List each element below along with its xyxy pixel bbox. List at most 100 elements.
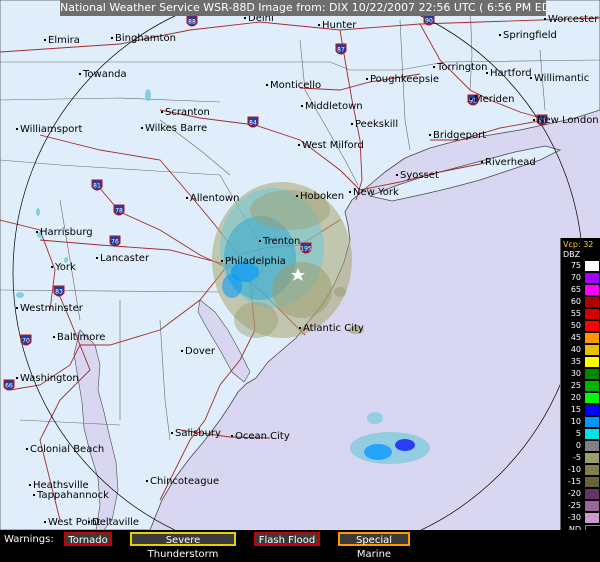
legend-entry-label: 40	[570, 345, 581, 354]
city-marker	[533, 119, 535, 121]
city-marker	[44, 39, 46, 41]
city-label: Towanda	[82, 69, 127, 80]
legend-entry-label: 50	[570, 321, 581, 330]
interstate-number: 87	[337, 47, 345, 54]
legend-entry: -5	[563, 452, 599, 464]
legend-color-swatch	[585, 297, 599, 307]
legend-color-swatch	[585, 309, 599, 319]
city-label: Lancaster	[100, 253, 150, 264]
city-label: Monticello	[270, 80, 321, 91]
city-marker	[161, 111, 163, 113]
city-label: Elmira	[48, 35, 80, 46]
legend-entry: -10	[563, 464, 599, 476]
legend-entry: 40	[563, 344, 599, 356]
city-marker	[53, 336, 55, 338]
city-marker	[44, 521, 46, 523]
interstate-number: 88	[188, 19, 196, 26]
radar-map[interactable]: 88 9087849195817876195837066 Elmira Bingha…	[0, 0, 600, 530]
city-marker	[79, 73, 81, 75]
interstate-number: 81	[93, 183, 101, 190]
interstate-number: 66	[5, 383, 13, 390]
tornado-warning-button[interactable]: Tornado	[64, 532, 112, 546]
legend-entry: 10	[563, 416, 599, 428]
city-label: Tappahannock	[36, 490, 109, 501]
legend-entry-label: 10	[570, 417, 581, 426]
special-marine-warning-button[interactable]: Special Marine	[338, 532, 410, 560]
city-marker	[181, 350, 183, 352]
city-label: New London	[537, 115, 599, 126]
interstate-number: 70	[22, 338, 30, 345]
city-marker	[296, 195, 298, 197]
interstate-shield-icon: 88	[186, 15, 198, 27]
interstate-shield-icon: 83	[53, 285, 65, 297]
city-marker	[171, 432, 173, 434]
interstate-shield-icon: 87	[335, 43, 347, 55]
interstate-number: 76	[111, 239, 119, 246]
city-label: Scranton	[165, 107, 210, 118]
city-marker	[16, 128, 18, 130]
legend-entry-label: 70	[570, 273, 581, 282]
legend-entry-label: 55	[570, 309, 581, 318]
city-label: Washington	[20, 373, 79, 384]
legend-color-swatch	[585, 405, 599, 415]
legend-color-swatch	[585, 273, 599, 283]
city-marker	[544, 18, 546, 20]
legend-entry-label: 45	[570, 333, 581, 342]
warnings-bar: Warnings: Tornado Severe Thunderstorm Fl…	[0, 530, 600, 560]
city-marker	[481, 161, 483, 163]
flash-flood-warning-button[interactable]: Flash Flood	[254, 532, 320, 546]
city-label: Torrington	[436, 62, 487, 73]
vcp-label: Vcp: 32	[563, 240, 594, 249]
legend-color-swatch	[585, 465, 599, 475]
legend-color-swatch	[585, 321, 599, 331]
legend-entry-label: -25	[567, 501, 581, 510]
city-marker	[244, 17, 246, 19]
city-marker	[231, 435, 233, 437]
city-label: Atlantic City	[303, 323, 364, 334]
interstate-number: 90	[425, 18, 433, 25]
city-marker	[88, 521, 90, 523]
legend-entry: 20	[563, 392, 599, 404]
city-marker	[16, 377, 18, 379]
legend-entry-label: 25	[570, 381, 581, 390]
warnings-label: Warnings:	[4, 534, 54, 545]
city-marker	[186, 197, 188, 199]
dbz-legend: Vcp: 32 DBZ 75 70 65 60 55 50 45 40 35 30 25 20 15 10…	[560, 238, 600, 544]
legend-color-swatch	[585, 417, 599, 427]
city-marker	[429, 134, 431, 136]
city-marker	[486, 72, 488, 74]
dbz-unit-label: DBZ	[563, 250, 581, 259]
city-label: Bridgeport	[433, 130, 486, 141]
city-label: Colonial Beach	[30, 444, 104, 455]
city-label: Baltimore	[57, 332, 105, 343]
city-label: Harrisburg	[40, 227, 93, 238]
city-marker	[499, 34, 501, 36]
city-marker	[259, 240, 261, 242]
legend-entry-label: -20	[567, 489, 581, 498]
legend-entry-label: 0	[575, 441, 581, 450]
city-label: Syosset	[400, 170, 439, 181]
legend-entry-label: 35	[570, 357, 581, 366]
legend-entry-label: 20	[570, 393, 581, 402]
city-marker	[299, 327, 301, 329]
interstate-shield-icon: 195	[300, 242, 312, 254]
interstate-shield-icon: 78	[113, 204, 125, 216]
city-marker	[51, 266, 53, 268]
legend-color-swatch	[585, 393, 599, 403]
severe-thunderstorm-warning-button[interactable]: Severe Thunderstorm	[130, 532, 236, 560]
legend-entry-label: 65	[570, 285, 581, 294]
legend-color-swatch	[585, 261, 599, 271]
legend-entry-label: 75	[570, 261, 581, 270]
city-label: Salisbury	[175, 428, 221, 439]
city-marker	[29, 484, 31, 486]
legend-entry: 35	[563, 356, 599, 368]
interstate-number: 83	[55, 289, 63, 296]
city-label: New York	[353, 187, 399, 198]
legend-color-swatch	[585, 357, 599, 367]
city-label: Philadelphia	[225, 256, 286, 267]
legend-entry-label: 60	[570, 297, 581, 306]
city-marker	[349, 191, 351, 193]
legend-entry: 15	[563, 404, 599, 416]
legend-entry: 45	[563, 332, 599, 344]
city-marker	[351, 123, 353, 125]
